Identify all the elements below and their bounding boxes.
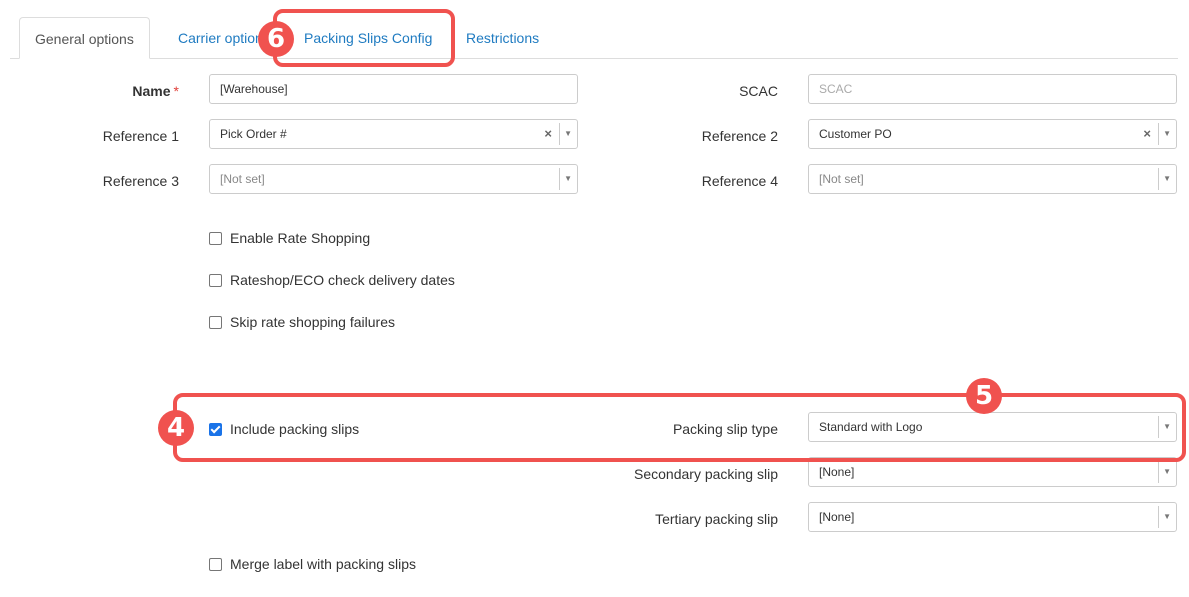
skip-rate-failures-label: Skip rate shopping failures [230,314,395,330]
tab-carrier-options[interactable]: Carrier option [178,17,263,59]
reference2-select[interactable]: Customer PO × ▼ [808,119,1177,149]
checkbox-box[interactable] [209,273,222,287]
tab-packing-slips-config[interactable]: Packing Slips Config [304,17,432,59]
reference1-select[interactable]: Pick Order # × ▼ [209,119,578,149]
chevron-down-icon[interactable]: ▼ [1163,503,1171,531]
select-separator [1158,416,1159,438]
reference2-value: Customer PO [819,127,892,141]
reference3-label: Reference 3 [102,173,179,189]
reference3-value: [Not set] [220,172,265,186]
reference1-label: Reference 1 [102,128,179,144]
tertiary-packing-slip-select[interactable]: [None] ▼ [808,502,1177,532]
reference4-select[interactable]: [Not set] ▼ [808,164,1177,194]
enable-rate-shopping-label: Enable Rate Shopping [230,230,371,246]
tab-general-options[interactable]: General options [19,17,150,59]
secondary-packing-slip-select[interactable]: [None] ▼ [808,457,1177,487]
reference2-label: Reference 2 [701,128,778,144]
reference4-label: Reference 4 [701,173,778,189]
checkbox-box[interactable] [209,557,222,571]
required-mark: * [173,83,179,99]
select-separator [559,168,560,190]
annotation-badge-6: 6 [258,21,294,57]
reference4-value: [Not set] [819,172,864,186]
chevron-down-icon[interactable]: ▼ [1163,165,1171,193]
packing-slip-type-value: Standard with Logo [819,420,923,434]
enable-rate-shopping-checkbox[interactable]: Enable Rate Shopping [209,228,370,248]
tertiary-packing-slip-value: [None] [819,510,855,524]
checkbox-box[interactable] [209,315,222,329]
merge-label-label: Merge label with packing slips [230,556,416,572]
name-input[interactable] [209,74,578,104]
select-separator [559,123,560,145]
select-separator [1158,461,1159,483]
reference1-value: Pick Order # [220,127,287,141]
tertiary-packing-slip-label: Tertiary packing slip [655,511,778,527]
rateshop-eco-label: Rateshop/ECO check delivery dates [230,272,455,288]
select-separator [1158,168,1159,190]
annotation-badge-4: 4 [158,410,194,446]
scac-input[interactable] [808,74,1177,104]
chevron-down-icon[interactable]: ▼ [1163,458,1171,486]
chevron-down-icon[interactable]: ▼ [564,165,572,193]
scac-label: SCAC [739,83,778,99]
packing-slip-type-label: Packing slip type [672,421,778,437]
annotation-badge-5: 5 [966,378,1002,414]
clear-icon[interactable]: × [544,120,552,148]
name-label: Name * [132,81,179,101]
checkbox-box[interactable] [209,231,222,245]
chevron-down-icon[interactable]: ▼ [1163,120,1171,148]
include-packing-slips-checkbox[interactable]: Include packing slips [209,419,359,439]
clear-icon[interactable]: × [1143,120,1151,148]
skip-rate-failures-checkbox[interactable]: Skip rate shopping failures [209,312,395,332]
reference3-select[interactable]: [Not set] ▼ [209,164,578,194]
secondary-packing-slip-value: [None] [819,465,855,479]
select-separator [1158,123,1159,145]
chevron-down-icon[interactable]: ▼ [564,120,572,148]
include-packing-slips-label: Include packing slips [230,421,360,437]
checkbox-box-checked[interactable] [209,422,222,436]
packing-slip-type-select[interactable]: Standard with Logo ▼ [808,412,1177,442]
merge-label-checkbox[interactable]: Merge label with packing slips [209,554,416,574]
rateshop-eco-checkbox[interactable]: Rateshop/ECO check delivery dates [209,270,455,290]
name-label-text: Name [132,83,171,99]
select-separator [1158,506,1159,528]
secondary-packing-slip-label: Secondary packing slip [634,466,778,482]
chevron-down-icon[interactable]: ▼ [1163,413,1171,441]
tab-restrictions[interactable]: Restrictions [466,17,539,59]
